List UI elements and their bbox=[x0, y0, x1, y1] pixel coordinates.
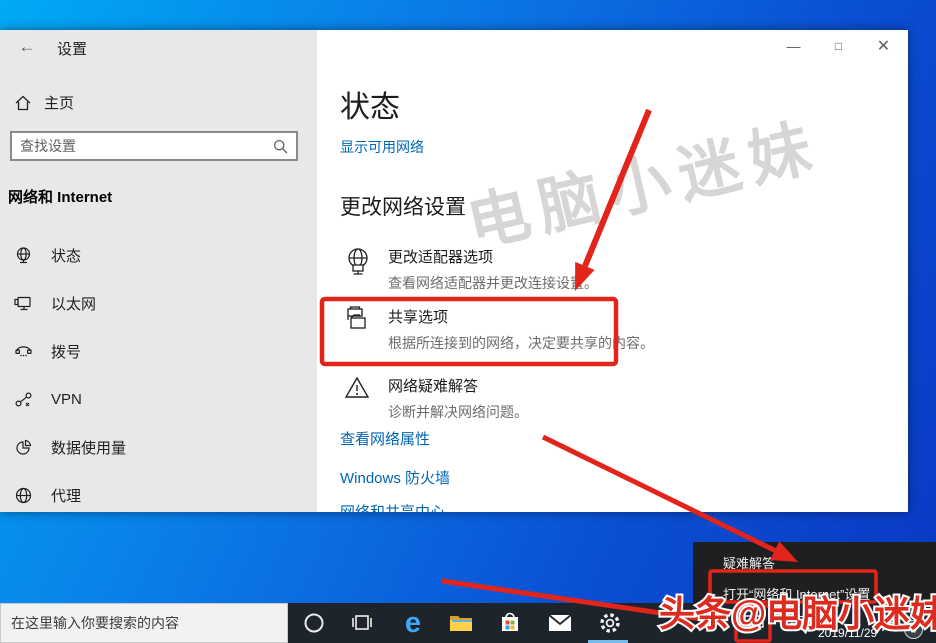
network-troubleshooter-item[interactable]: 网络疑难解答 诊断并解决网络问题。 bbox=[344, 375, 528, 422]
settings-search-box bbox=[10, 131, 298, 161]
proxy-icon bbox=[14, 486, 33, 505]
network-tray-button[interactable] bbox=[736, 603, 772, 643]
edge-button[interactable]: e bbox=[391, 603, 435, 643]
network-tray-icon bbox=[743, 613, 765, 633]
menu-item-open-network-settings[interactable]: 打开“网络和 Internet”设置 bbox=[723, 584, 870, 603]
mail-button[interactable] bbox=[538, 603, 582, 643]
vpn-icon bbox=[14, 390, 33, 409]
network-sharing-center-link[interactable]: 网络和共享中心 bbox=[340, 501, 445, 512]
adapter-icon bbox=[344, 246, 374, 293]
sidebar-label: 拨号 bbox=[51, 341, 81, 362]
taskbar-search-input[interactable] bbox=[1, 615, 287, 631]
cortana-button[interactable] bbox=[292, 603, 336, 643]
settings-search-input[interactable] bbox=[12, 138, 273, 154]
sidebar-item-proxy[interactable]: 代理 bbox=[0, 476, 317, 512]
task-view-button[interactable] bbox=[340, 603, 384, 643]
action-center-button[interactable] bbox=[876, 603, 906, 643]
view-network-properties-link[interactable]: 查看网络属性 bbox=[340, 428, 430, 449]
maximize-button[interactable]: □ bbox=[816, 30, 861, 61]
cortana-icon bbox=[303, 612, 325, 634]
edge-icon: e bbox=[405, 603, 421, 643]
sidebar-label: 代理 bbox=[51, 485, 81, 506]
item-desc: 诊断并解决网络问题。 bbox=[388, 402, 528, 422]
sidebar-item-ethernet[interactable]: 以太网 bbox=[0, 284, 317, 322]
task-view-icon bbox=[351, 612, 373, 634]
settings-window: ← 设置 — □ ✕ 主页 网络和 Internet bbox=[0, 30, 908, 512]
notification-badge: 4 bbox=[904, 620, 923, 639]
close-button[interactable]: ✕ bbox=[861, 30, 906, 61]
page-title: 状态 bbox=[340, 82, 400, 126]
dialup-icon bbox=[14, 342, 33, 361]
sidebar-item-vpn[interactable]: VPN bbox=[0, 380, 317, 418]
sidebar-item-data-usage[interactable]: 数据使用量 bbox=[0, 428, 317, 466]
sidebar-item-home[interactable]: 主页 bbox=[14, 92, 74, 113]
minimize-button[interactable]: — bbox=[771, 30, 816, 61]
file-explorer-icon bbox=[449, 613, 473, 633]
sidebar-label: VPN bbox=[51, 391, 82, 408]
sidebar-section-title: 网络和 Internet bbox=[8, 186, 112, 207]
taskbar-search-box bbox=[0, 603, 288, 643]
store-button[interactable] bbox=[488, 603, 532, 643]
file-explorer-button[interactable] bbox=[439, 603, 483, 643]
window-title: 设置 bbox=[57, 38, 87, 59]
search-icon[interactable] bbox=[273, 139, 288, 154]
sidebar-label: 状态 bbox=[51, 245, 81, 266]
screen: { "window": { "title": "设置", "back_glyph… bbox=[0, 0, 936, 643]
action-center-icon bbox=[881, 613, 901, 633]
show-available-networks-link[interactable]: 显示可用网络 bbox=[340, 137, 424, 157]
sidebar-home-label: 主页 bbox=[44, 92, 74, 113]
sidebar-label: 数据使用量 bbox=[51, 437, 126, 458]
store-icon bbox=[499, 611, 521, 635]
sharing-icon bbox=[344, 306, 374, 353]
back-button[interactable]: ← bbox=[12, 36, 42, 58]
menu-item-troubleshoot[interactable]: 疑难解答 bbox=[723, 553, 775, 572]
item-desc: 查看网络适配器并更改连接设置。 bbox=[388, 273, 598, 293]
change-adapter-options-item[interactable]: 更改适配器选项 查看网络适配器并更改连接设置。 bbox=[344, 246, 598, 293]
sidebar-item-dialup[interactable]: 拨号 bbox=[0, 332, 317, 370]
item-desc: 根据所连接到的网络，决定要共享的内容。 bbox=[388, 333, 654, 353]
gear-icon bbox=[598, 611, 622, 635]
item-title: 共享选项 bbox=[388, 306, 654, 327]
data-usage-icon bbox=[14, 438, 33, 457]
globe-status-icon bbox=[14, 246, 33, 265]
item-title: 更改适配器选项 bbox=[388, 246, 598, 267]
home-icon bbox=[14, 94, 32, 112]
network-context-menu: 疑难解答 打开“网络和 Internet”设置 bbox=[693, 542, 936, 603]
ethernet-icon bbox=[14, 294, 33, 313]
sharing-options-item[interactable]: 共享选项 根据所连接到的网络，决定要共享的内容。 bbox=[344, 306, 654, 353]
mail-icon bbox=[548, 614, 572, 632]
ime-indicator[interactable]: 英 bbox=[789, 611, 804, 632]
taskbar-date[interactable]: 2019/11/29 bbox=[818, 626, 877, 640]
sidebar-label: 以太网 bbox=[51, 293, 96, 314]
settings-taskbar-button[interactable] bbox=[588, 603, 632, 643]
windows-firewall-link[interactable]: Windows 防火墙 bbox=[340, 467, 450, 488]
sidebar-item-status[interactable]: 状态 bbox=[0, 236, 317, 274]
item-title: 网络疑难解答 bbox=[388, 375, 528, 396]
section-title: 更改网络设置 bbox=[340, 191, 466, 221]
warning-icon bbox=[344, 375, 374, 422]
